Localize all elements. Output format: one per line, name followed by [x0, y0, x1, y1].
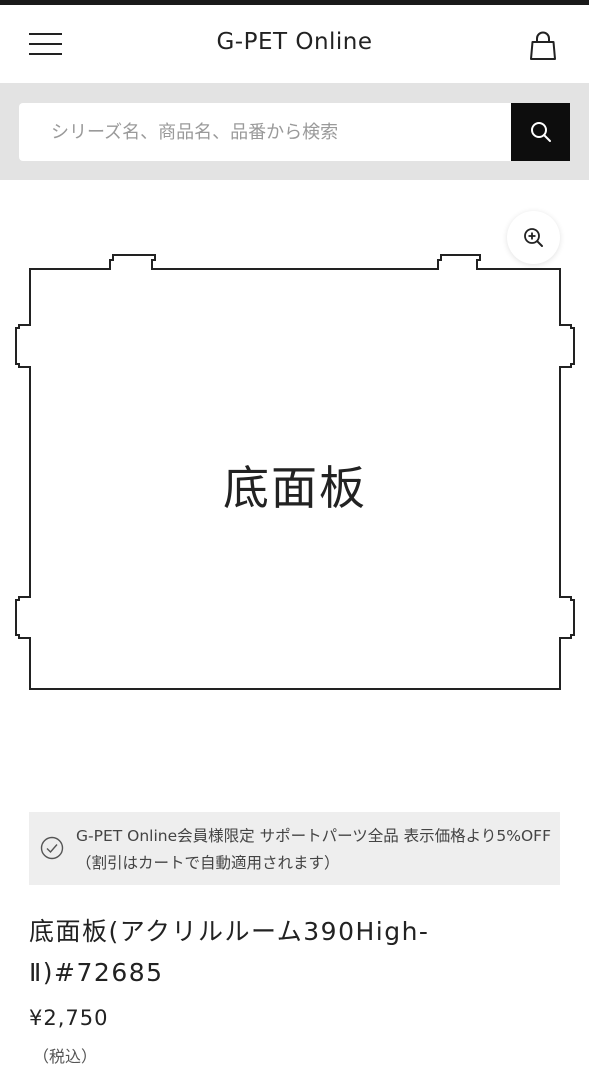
site-title[interactable]: G-PET Online — [0, 29, 589, 55]
product-title: 底面板(アクリルルーム390High-Ⅱ)#72685 — [29, 917, 430, 987]
product-image-label: 底面板 — [223, 461, 367, 515]
member-discount-notice: G-PET Online会員様限定 サポートパーツ全品 表示価格より5%OFF（… — [29, 812, 560, 885]
notice-text: G-PET Online会員様限定 サポートパーツ全品 表示価格より5%OFF（… — [76, 827, 551, 872]
check-circle-icon — [40, 836, 64, 860]
search-button[interactable] — [511, 103, 570, 161]
shopping-bag-icon[interactable] — [526, 29, 560, 63]
tax-note: （税込） — [33, 1047, 98, 1066]
product-price: ¥2,750 — [29, 1006, 109, 1030]
search-input[interactable] — [19, 103, 511, 161]
search-bar — [0, 83, 589, 180]
search-icon — [530, 122, 551, 142]
site-header: G-PET Online — [0, 5, 589, 83]
